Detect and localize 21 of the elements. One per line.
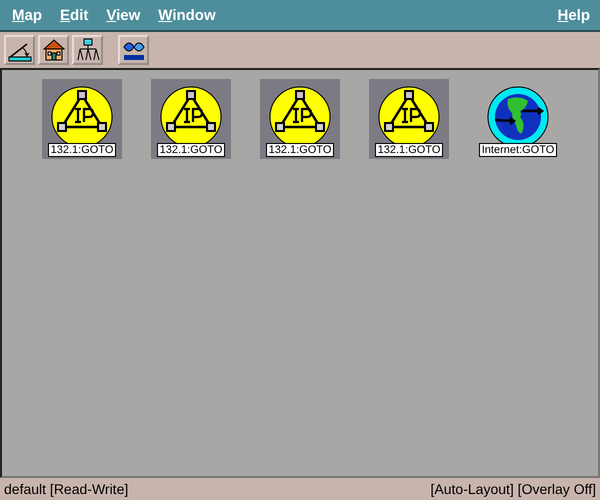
map-symbol[interactable]: 132.1:GOTO [42, 79, 122, 159]
hierarchy-button[interactable] [72, 35, 103, 65]
map-symbol[interactable]: 132.1:GOTO [369, 79, 449, 159]
menu-item[interactable]: View [106, 6, 140, 24]
house-button[interactable] [38, 35, 69, 65]
symbol-label: 132.1:GOTO [266, 143, 334, 157]
menu-item[interactable]: Map [12, 6, 42, 24]
map-symbol[interactable]: Internet:GOTO [478, 79, 558, 159]
status-flags: [Auto-Layout] [Overlay Off] [430, 481, 596, 497]
symbol-label: 132.1:GOTO [156, 143, 226, 157]
menu-item[interactable]: Edit [60, 6, 88, 24]
symbol-label: 132.1:GOTO [374, 143, 444, 157]
symbol-label: 132.1:GOTO [48, 143, 116, 157]
help-menu[interactable]: Help [557, 6, 590, 24]
map-symbol[interactable]: 132.1:GOTO [260, 79, 340, 159]
menu-item[interactable]: Window [158, 6, 216, 24]
status-mode: default [Read-Write] [4, 481, 128, 497]
ruler-button[interactable] [4, 35, 35, 65]
logo-button[interactable] [118, 35, 149, 65]
symbol-label: Internet:GOTO [478, 143, 558, 157]
map-symbol[interactable]: 132.1:GOTO [151, 79, 231, 159]
